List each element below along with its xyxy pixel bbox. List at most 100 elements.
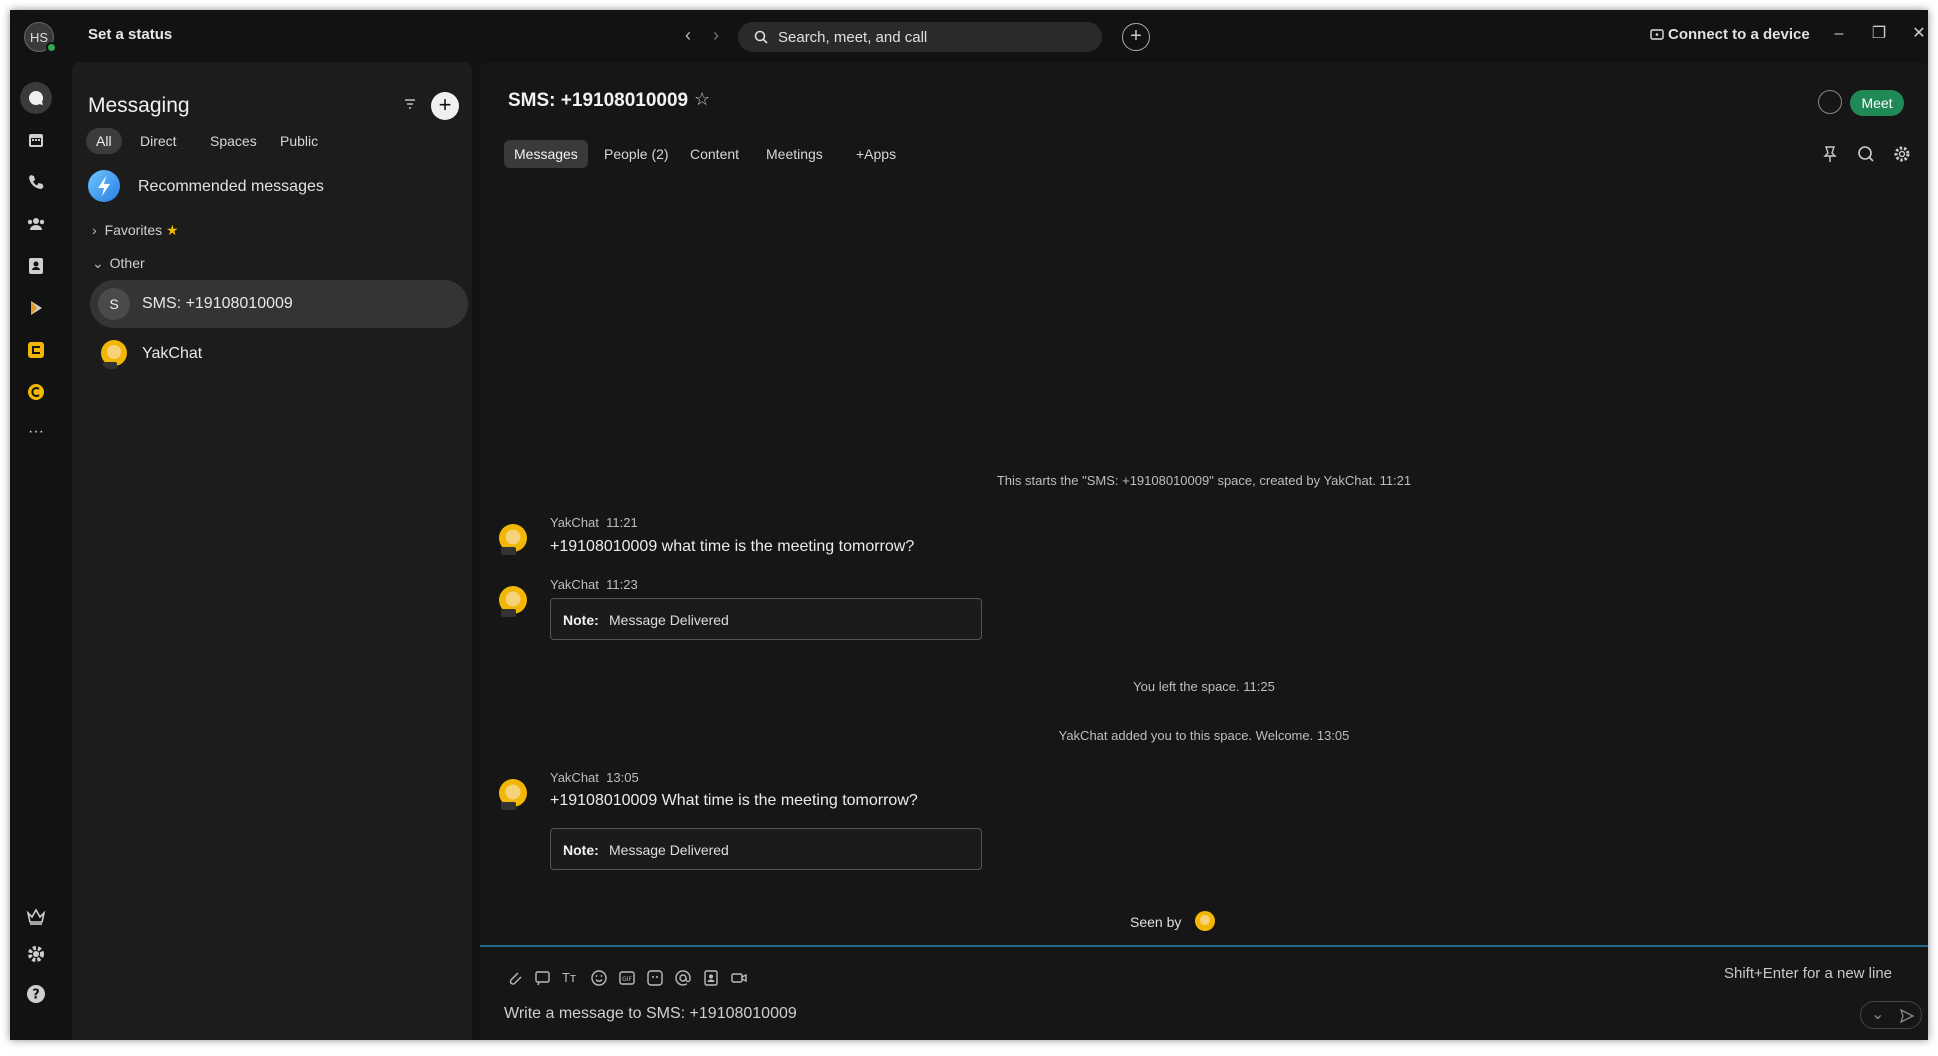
send-icon[interactable]	[1899, 1008, 1915, 1024]
space-pin-icon[interactable]	[1818, 90, 1842, 114]
composer-hint: Shift+Enter for a new line	[1724, 965, 1893, 982]
app-play-icon[interactable]	[20, 292, 52, 324]
emoji-icon[interactable]	[590, 969, 608, 987]
connect-label: Connect to a device	[1668, 26, 1810, 43]
conversation-label: YakChat	[142, 345, 203, 362]
send-button-group[interactable]: ⌄	[1860, 1001, 1922, 1029]
other-label: Other	[109, 255, 145, 271]
messaging-sidebar: Messaging + All Direct Spaces Public Rec…	[72, 62, 472, 1040]
tab-content[interactable]: Content	[680, 140, 749, 168]
app-window: HS Set a status ‹ › Search, meet, and ca…	[10, 10, 1928, 1040]
tab-messages[interactable]: Messages	[504, 140, 588, 168]
new-action-button[interactable]: +	[1122, 23, 1150, 51]
message-text: +19108010009 what time is the meeting to…	[550, 538, 915, 555]
note-text: Message Delivered	[609, 842, 729, 858]
video-message-icon[interactable]	[730, 969, 748, 987]
chevron-down-icon[interactable]: ⌄	[1871, 1004, 1884, 1024]
attach-icon[interactable]	[506, 969, 524, 987]
note-text: Message Delivered	[609, 612, 729, 628]
tab-people[interactable]: People (2)	[594, 140, 679, 168]
other-group[interactable]: ⌄ Other	[92, 255, 145, 272]
system-message-left: You left the space. 11:25	[1133, 679, 1275, 694]
chevron-right-icon: ›	[92, 222, 97, 238]
filter-spaces[interactable]: Spaces	[200, 128, 267, 154]
message-input[interactable]: Write a message to SMS: +19108010009	[504, 1005, 797, 1023]
favorite-star-icon[interactable]: ☆	[694, 89, 710, 110]
close-icon[interactable]: ✕	[1907, 22, 1931, 46]
yakchat-bot-avatar	[499, 779, 527, 810]
seen-by: Seen by	[1130, 909, 1217, 933]
svg-text:GIF: GIF	[622, 976, 632, 983]
settings-gear-icon[interactable]	[20, 938, 52, 970]
title-bar: HS Set a status ‹ › Search, meet, and ca…	[10, 10, 1928, 62]
tab-apps[interactable]: +Apps	[846, 140, 906, 168]
teams-icon[interactable]	[20, 208, 52, 240]
text-format-icon[interactable]: Tт	[562, 969, 580, 987]
presence-indicator	[46, 42, 57, 53]
left-rail: ··· ?	[10, 62, 62, 1040]
yakchat-bot-avatar	[499, 524, 527, 555]
gif-icon[interactable]: GIF	[618, 969, 636, 987]
message-sender: YakChat 13:05	[550, 770, 639, 785]
star-icon: ★	[166, 222, 179, 238]
contacts-icon[interactable]	[20, 250, 52, 282]
system-message-added: YakChat added you to this space. Welcome…	[1058, 728, 1350, 743]
message-text: +19108010009 What time is the meeting to…	[550, 792, 918, 809]
search-bar[interactable]: Search, meet, and call	[738, 22, 1102, 52]
system-message-start: This starts the "SMS: +19108010009" spac…	[996, 473, 1412, 488]
note-label: Note:	[563, 612, 599, 628]
yakchat-app-icon[interactable]	[20, 334, 52, 366]
device-icon	[1650, 29, 1664, 40]
recommended-label: Recommended messages	[138, 178, 324, 195]
meet-button[interactable]: Meet	[1850, 90, 1904, 116]
pin-icon[interactable]	[1820, 144, 1840, 164]
forward-arrow-icon[interactable]: ›	[706, 24, 726, 46]
gear-icon[interactable]	[1892, 144, 1912, 164]
connect-device-button[interactable]: Connect to a device	[1650, 26, 1810, 43]
screenshot-icon[interactable]	[534, 969, 552, 987]
conversation-avatar: S	[98, 288, 130, 320]
conversation-sms[interactable]: S SMS: +19108010009	[90, 280, 468, 328]
filter-direct[interactable]: Direct	[130, 128, 187, 154]
space-title: SMS: +19108010009	[508, 90, 689, 111]
sidebar-title: Messaging	[88, 94, 190, 117]
delivery-note-card: Note: Message Delivered	[550, 828, 982, 870]
seen-by-label: Seen by	[1130, 914, 1182, 930]
filter-icon[interactable]	[404, 98, 416, 110]
yakchat-bot-avatar	[499, 586, 527, 617]
add-conversation-button[interactable]: +	[431, 92, 459, 120]
tab-meetings[interactable]: Meetings	[756, 140, 833, 168]
calendar-icon[interactable]	[20, 124, 52, 156]
conversation-yakchat[interactable]: YakChat	[90, 330, 468, 378]
minimize-icon[interactable]: –	[1827, 22, 1851, 46]
delivery-note-card: Note: Message Delivered	[550, 598, 982, 640]
svg-text:?: ?	[32, 988, 40, 1003]
set-status-button[interactable]: Set a status	[88, 26, 172, 43]
note-label: Note:	[563, 842, 599, 858]
filter-public[interactable]: Public	[270, 128, 328, 154]
space-main: SMS: +19108010009 ☆ Meet Messages People…	[480, 62, 1928, 1040]
filter-all[interactable]: All	[86, 128, 122, 154]
search-icon[interactable]	[1856, 144, 1876, 164]
mention-icon[interactable]	[674, 969, 692, 987]
back-arrow-icon[interactable]: ‹	[678, 24, 698, 46]
conversation-label: SMS: +19108010009	[142, 295, 293, 312]
favorites-group[interactable]: › Favorites ★	[92, 222, 179, 239]
more-icon[interactable]: ···	[20, 416, 52, 448]
sticker-icon[interactable]	[646, 969, 664, 987]
seen-by-avatar	[1195, 911, 1216, 931]
crown-icon[interactable]	[20, 900, 52, 932]
messaging-icon[interactable]	[20, 82, 52, 114]
search-icon	[754, 30, 768, 44]
lightning-icon	[88, 170, 120, 202]
favorites-label: Favorites	[104, 222, 163, 238]
search-placeholder: Search, meet, and call	[778, 29, 928, 46]
contact-card-icon[interactable]	[702, 969, 720, 987]
chevron-down-icon: ⌄	[92, 255, 104, 271]
phone-icon[interactable]	[20, 166, 52, 198]
yakchat-bot-icon[interactable]	[20, 376, 52, 408]
message-composer: Tт GIF Shift+Enter for a new line Write …	[480, 945, 1928, 1040]
message-sender: YakChat 11:23	[550, 577, 638, 592]
help-icon[interactable]: ?	[20, 978, 52, 1010]
restore-icon[interactable]: ❐	[1867, 22, 1891, 46]
